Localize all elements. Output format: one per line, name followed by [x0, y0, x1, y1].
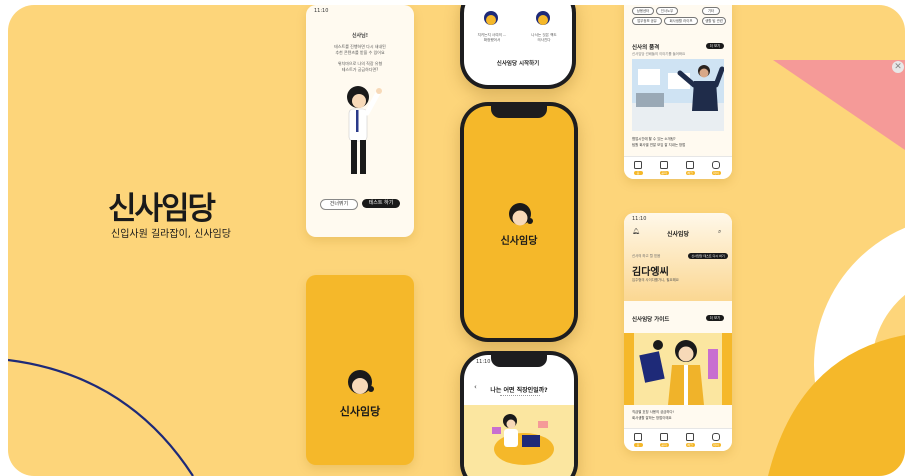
phone-splash-logo-text: 신사임당	[500, 236, 538, 247]
tab-label: 공지	[659, 443, 669, 447]
guide-caption-1: 직급별 호칭 사용의 궁금하다!	[632, 410, 675, 414]
tag-chip[interactable]: 생활 팁 관련	[702, 17, 726, 25]
tab-my[interactable]: 마이	[708, 161, 724, 175]
retest-badge[interactable]: 신사임당 테스트 다시 하기	[688, 253, 728, 259]
banner-canvas: ✕ 신사임당 신입사원 길라잡이, 신사임당 11:10 신사님! 테스트를 진…	[8, 5, 905, 476]
tag-chip[interactable]: 기타	[702, 7, 720, 15]
card2-text-2: 의사진다	[537, 38, 551, 42]
tag-chip[interactable]: 회사생활 라이프	[664, 17, 698, 25]
tag-chip[interactable]: 인사노무	[656, 7, 678, 15]
notice-icon	[660, 433, 668, 441]
pink-wedge-shape	[773, 60, 905, 150]
feed-caption-1: 협업시간에 할 수 있는 소개팅?	[632, 137, 676, 141]
phone-notch	[491, 355, 547, 367]
onboarding-desc-2: 추천 콘텐츠를 받을 수 있어요	[335, 50, 385, 55]
start-button[interactable]: 신사임당 시작하기	[476, 59, 560, 69]
onboarding-heading: 신사님!	[351, 33, 369, 39]
user-icon	[712, 433, 720, 441]
home-app-title: 신사임당	[666, 231, 690, 238]
home-icon	[634, 433, 642, 441]
tab-my[interactable]: 마이	[708, 433, 724, 447]
navy-arc-shape	[8, 358, 194, 476]
tab-home[interactable]: 홈	[630, 433, 646, 447]
guide-illustration	[624, 333, 732, 405]
guide-title: 신사임당 가이드	[632, 317, 670, 323]
brand-logo-title: 신사임당	[108, 191, 216, 227]
tag-chip[interactable]: 상용센터	[632, 7, 654, 15]
phone-quiz: 11:10 ‹ 나는 어떤 직장인일까?	[460, 351, 578, 476]
waving-person-illustration	[347, 86, 382, 174]
quiz-progress-dots	[500, 395, 540, 398]
onboarding-screen: 11:10 신사님! 테스트를 진행하면 다시 새내된 추천 콘텐츠를 받을 수…	[306, 5, 414, 237]
check-icon	[686, 161, 694, 169]
status-time: 11:10	[476, 359, 491, 365]
tab-notice[interactable]: 공지	[656, 161, 672, 175]
feed-more-button[interactable]: 더 보기	[706, 43, 724, 49]
brand-tagline: 신입사원 길라잡이, 신사임당	[111, 229, 231, 240]
character-logo-icon	[509, 203, 533, 226]
user-icon	[712, 161, 720, 169]
search-icon[interactable]: ⌕	[718, 228, 721, 236]
card1-text-2: 확정했어서	[483, 38, 501, 42]
feed-section-title: 신사의 품격	[632, 45, 660, 51]
feed-screen: 상용센터 인사노무 기타 업무정보 공유 회사생활 라이프 생활 팁 관련 신사…	[624, 5, 732, 179]
status-time: 11:10	[632, 216, 647, 222]
tab-check[interactable]: 체크	[682, 433, 698, 447]
home-small-label: 신사의 하고 뭘 믿음	[632, 254, 661, 258]
home-screen: 11:10 🔔︎ 신사임당 ⌕ 신사의 하고 뭘 믿음 신사임당 테스트 다시 …	[624, 213, 732, 451]
home-icon	[634, 161, 642, 169]
phone-top: 지키는지 사여의 ... 확정했어서 나서는 것은 책도 의사진다 신사임당 시…	[460, 5, 576, 89]
status-time: 11:10	[314, 8, 329, 14]
tab-home[interactable]: 홈	[630, 161, 646, 175]
tab-label: 체크	[685, 171, 695, 175]
phone-splash: 신사임당	[460, 102, 578, 342]
phone-notch	[491, 106, 547, 118]
skip-button[interactable]: 건너뛰기	[320, 199, 358, 210]
splash-screen: 신사임당	[306, 275, 414, 465]
home-user-name: 김다엥씨	[632, 267, 669, 278]
tab-notice[interactable]: 공지	[656, 433, 672, 447]
guide-more-button[interactable]: 더 보기	[706, 315, 724, 321]
quiz-person-illustration	[492, 414, 554, 465]
onboarding-desc-4: 테스트가 궁금하다면?	[341, 67, 379, 72]
feed-section-sub: 신사임당 선배들의 이야기를 들어봐요	[632, 52, 686, 56]
character-logo-icon	[348, 370, 374, 394]
card-person-icon	[484, 11, 498, 25]
check-icon	[686, 433, 694, 441]
tab-label: 공지	[659, 171, 669, 175]
office-photo	[632, 59, 724, 131]
home-greeting: 입주형의 사이다를가니, 필요해요	[632, 278, 679, 282]
tab-label: 마이	[711, 443, 721, 447]
card-person-icon-2	[536, 11, 550, 25]
quiz-question: 나는 어떤 직장인일까?	[490, 387, 548, 394]
tab-label: 홈	[633, 171, 643, 175]
bottom-tab-bar: 홈 공지 체크 마이	[624, 428, 732, 451]
tab-label: 마이	[711, 171, 721, 175]
take-test-button[interactable]: 테스트 하기	[362, 199, 400, 208]
tab-label: 홈	[633, 443, 643, 447]
notice-icon	[660, 161, 668, 169]
tab-label: 체크	[685, 443, 695, 447]
guide-caption-2: 회사생활 잘하는 방법이에요	[632, 416, 672, 420]
feed-caption-2: 팀원 회사별 연말 모임 잘 지내는 방법	[632, 143, 686, 147]
tag-chip[interactable]: 업무정보 공유	[632, 17, 662, 25]
bottom-tab-bar: 홈 공지 체크 마이	[624, 156, 732, 179]
splash-logo-text: 신사임당	[339, 405, 381, 418]
close-icon[interactable]: ✕	[892, 61, 904, 73]
tab-check[interactable]: 체크	[682, 161, 698, 175]
decorative-shapes	[8, 60, 905, 476]
